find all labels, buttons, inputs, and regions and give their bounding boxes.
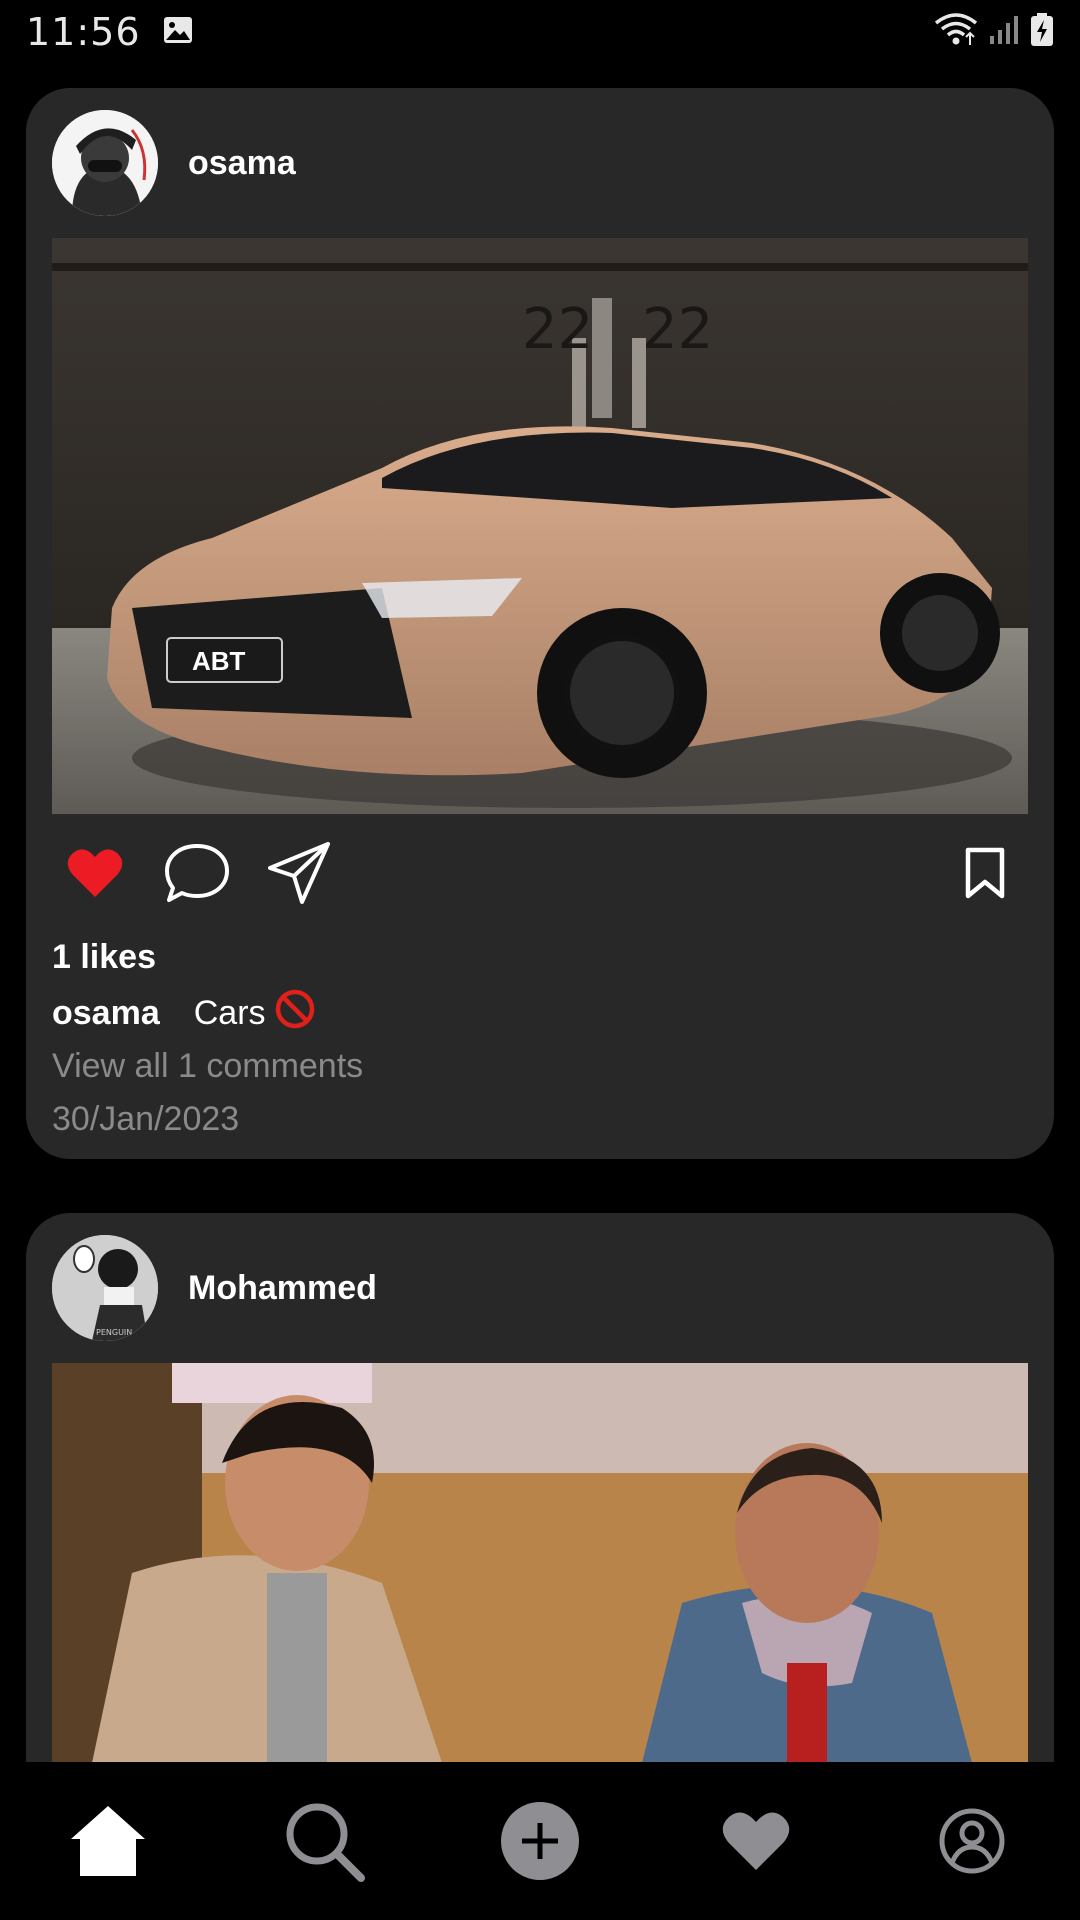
status-bar: 11:56 [0,0,1080,64]
svg-text:22: 22 [642,297,713,362]
home-icon[interactable] [53,1786,163,1896]
likes-count[interactable]: 1 likes [52,938,1028,986]
prohibited-icon [274,988,316,1039]
post-image[interactable]: 22 22 ABT [52,238,1028,814]
post-date: 30/Jan/2023 [52,1099,240,1138]
post-image[interactable] [52,1363,1028,1763]
feed[interactable]: osama 22 22 ABT 1 likes osama Cars View … [26,88,1054,1913]
battery-charging-icon [1030,12,1054,52]
avatar[interactable]: PENGUIN [52,1235,158,1341]
svg-text:ABT: ABT [192,646,246,676]
caption: osama Cars [52,986,1028,1040]
avatar[interactable] [52,110,158,216]
svg-text:22: 22 [522,297,593,362]
profile-icon[interactable] [917,1786,1027,1896]
caption-text: Cars [193,993,266,1032]
app-screen: 11:56 osama 22 22 ABT 1 likes osama Cars… [0,0,1080,1920]
caption-username[interactable]: osama [52,994,160,1033]
comment-icon[interactable] [162,838,232,908]
signal-icon [988,14,1020,51]
add-icon[interactable] [485,1786,595,1896]
post-username[interactable]: Mohammed [188,1269,377,1308]
heart-icon[interactable] [60,838,130,908]
post-header: osama [52,88,1028,238]
share-icon[interactable] [264,838,334,908]
view-comments-link[interactable]: View all 1 comments [52,1040,1028,1092]
post-actions [52,814,1028,932]
svg-text:PENGUIN: PENGUIN [96,1328,132,1337]
post-card: osama 22 22 ABT 1 likes osama Cars View … [26,88,1054,1159]
image-icon [163,16,193,49]
search-icon[interactable] [269,1786,379,1896]
bookmark-icon[interactable] [950,838,1020,908]
heart-icon[interactable] [701,1786,811,1896]
status-time: 11:56 [26,10,141,54]
post-header: PENGUIN Mohammed [52,1213,1028,1363]
bottom-nav [0,1762,1080,1920]
wifi-icon [934,12,978,52]
post-username[interactable]: osama [188,144,296,183]
